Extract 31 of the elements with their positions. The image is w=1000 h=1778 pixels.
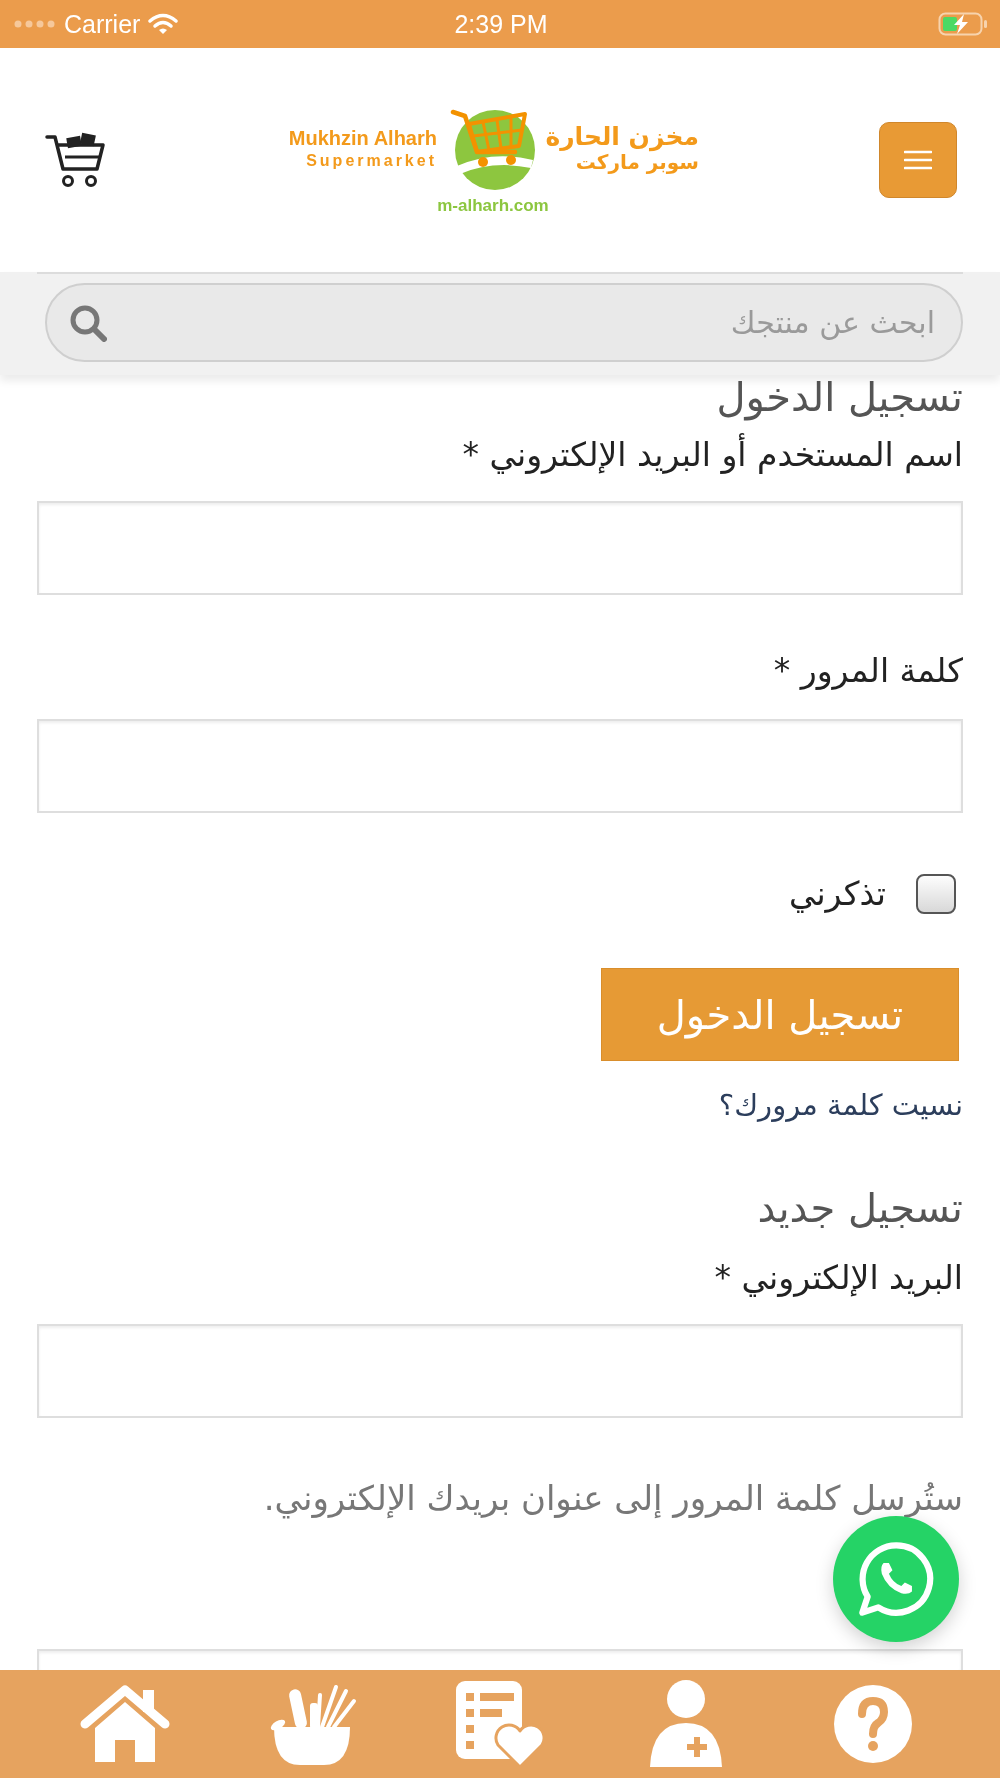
status-time: 2:39 PM	[454, 11, 548, 37]
home-icon[interactable]	[78, 1684, 171, 1764]
logo-tagline: Supermarket	[306, 151, 437, 170]
help-icon[interactable]	[832, 1684, 913, 1764]
cart-icon[interactable]	[45, 131, 107, 189]
logo-name-arabic: مخزن الحارة	[545, 123, 699, 151]
input-field[interactable]	[37, 1649, 963, 1670]
wifi-icon	[148, 13, 179, 35]
forgot-password-link[interactable]: نسيت كلمة مرورك؟	[718, 1083, 963, 1127]
phone-bubble-icon	[857, 1540, 935, 1618]
input-field[interactable]	[37, 501, 963, 595]
info-text: ستُرسل كلمة المرور إلى عنوان بريدك الإلكتروني.	[262, 1478, 963, 1518]
battery-charging-icon	[938, 12, 988, 36]
carrier-name: Carrier	[64, 11, 141, 37]
section-title: تسجيل الدخول	[715, 375, 963, 419]
menu-button[interactable]	[879, 122, 957, 198]
input-field[interactable]	[37, 1324, 963, 1418]
remember-checkbox[interactable]	[916, 874, 956, 914]
logo-name: Mukhzin Alharh	[288, 126, 437, 150]
search-icon	[69, 303, 107, 342]
checkbox-label: تذكرني	[788, 874, 886, 914]
logo-domain: m-alharh.com	[437, 196, 549, 216]
field-label: اسم المستخدم أو البريد الإلكتروني *	[461, 435, 963, 475]
field-label: كلمة المرور *	[772, 651, 963, 691]
field-label: البريد الإلكتروني *	[713, 1258, 963, 1298]
input-field[interactable]	[37, 719, 963, 813]
section-title: تسجيل جديد	[756, 1186, 963, 1230]
user-plus-icon[interactable]	[647, 1679, 724, 1769]
search-field[interactable]: ابحث عن منتجك	[45, 283, 963, 362]
signal-dots-icon	[14, 20, 56, 28]
menu-icon	[904, 150, 932, 170]
